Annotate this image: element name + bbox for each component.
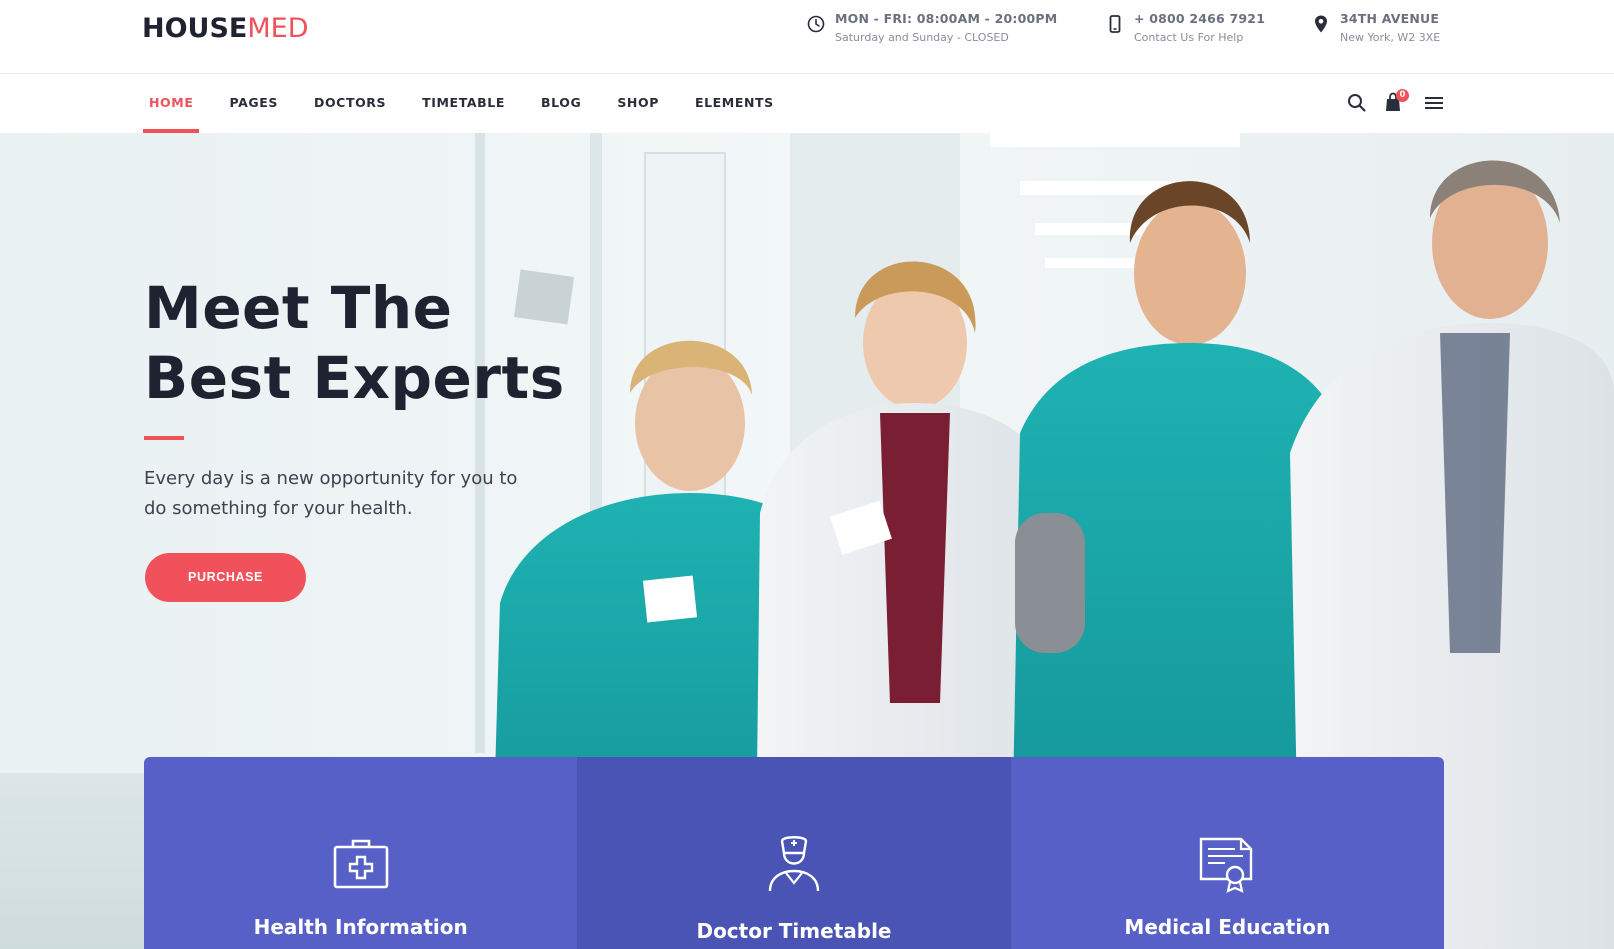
cart-count-badge: 0: [1396, 89, 1409, 102]
mobile-phone-icon: [1109, 15, 1121, 33]
address-subtitle: New York, W2 3XE: [1340, 31, 1441, 44]
nav-item-pages[interactable]: PAGES: [223, 74, 284, 133]
hero-title-line-2: Best Experts: [144, 344, 565, 412]
main-navigation: HOME PAGES DOCTORS TIMETABLE BLOG SHOP E…: [0, 74, 1614, 133]
map-pin-icon: [1315, 15, 1327, 33]
opening-hours-subtitle: Saturday and Sunday - CLOSED: [835, 31, 1009, 44]
hero-title: Meet The Best Experts: [144, 273, 565, 413]
clock-icon: [807, 15, 825, 33]
logo-part-house: HOUSE: [142, 13, 248, 44]
hero-subtitle: Every day is a new opportunity for you t…: [144, 468, 518, 519]
nav-item-shop[interactable]: SHOP: [611, 74, 665, 133]
nurse-icon: [768, 836, 820, 892]
first-aid-kit-icon: [333, 839, 388, 889]
site-logo[interactable]: HOUSEMED: [142, 13, 309, 45]
purchase-button[interactable]: PURCHASE: [145, 553, 306, 602]
feature-card-medical-education[interactable]: Medical Education: [1010, 757, 1444, 949]
nav-item-elements[interactable]: ELEMENTS: [689, 74, 780, 133]
feature-title: Health Information: [253, 915, 468, 939]
feature-title: Medical Education: [1124, 915, 1331, 939]
top-header: HOUSEMED MON - FRI: 08:00AM - 20:00PM Sa…: [0, 0, 1614, 74]
feature-card-doctor-timetable[interactable]: Doctor Timetable: [577, 757, 1011, 949]
hero-accent-divider: [144, 436, 184, 440]
feature-card-health-information[interactable]: Health Information: [144, 757, 578, 949]
nav-item-timetable[interactable]: TIMETABLE: [416, 74, 511, 133]
nav-item-home[interactable]: HOME: [143, 74, 200, 133]
certificate-icon: [1200, 837, 1253, 893]
nav-item-doctors[interactable]: DOCTORS: [308, 74, 392, 133]
feature-cards: Health Information Doctor Timetable Medi…: [144, 757, 1444, 949]
hamburger-menu-icon: [1425, 97, 1443, 109]
search-button[interactable]: [1344, 90, 1370, 116]
address-title: 34TH AVENUE: [1340, 11, 1440, 26]
hamburger-menu-button[interactable]: [1421, 90, 1447, 116]
logo-part-med: MED: [247, 13, 309, 44]
feature-title: Doctor Timetable: [696, 919, 892, 943]
nav-menu: HOME PAGES DOCTORS TIMETABLE BLOG SHOP E…: [143, 74, 804, 133]
opening-hours-title: MON - FRI: 08:00AM - 20:00PM: [835, 11, 1058, 26]
cart-button[interactable]: 0: [1381, 89, 1409, 116]
phone-number[interactable]: + 0800 2466 7921: [1134, 11, 1265, 26]
search-icon: [1348, 94, 1366, 112]
nav-item-blog[interactable]: BLOG: [535, 74, 587, 133]
hero-title-line-1: Meet The: [144, 274, 453, 342]
phone-subtitle: Contact Us For Help: [1134, 31, 1244, 44]
